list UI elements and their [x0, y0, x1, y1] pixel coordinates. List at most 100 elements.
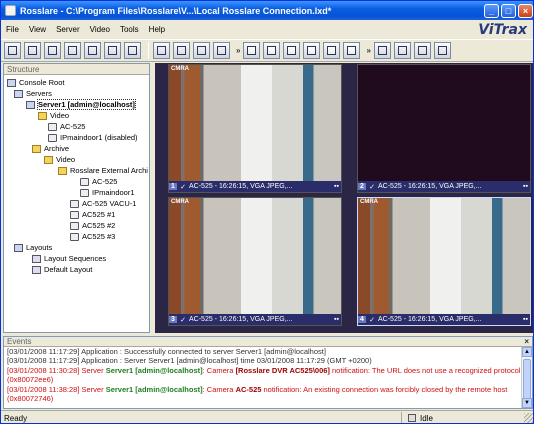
tree-label: Layouts — [26, 243, 53, 252]
menu-view[interactable]: View — [24, 25, 51, 34]
menu-server[interactable]: Server — [51, 25, 85, 34]
menu-video[interactable]: Video — [85, 25, 115, 34]
tree-label: Rosslare External Archi — [70, 166, 148, 175]
check-icon: ✓ — [180, 316, 186, 324]
stop-icon[interactable] — [193, 42, 210, 59]
tree-node-archive-ipmaindoor1[interactable]: IPmaindoor1 — [80, 187, 135, 198]
video-grid: CMRA 1 ✓ AC-525 - 16:26:15, VGA JPEG,... ▪▪… — [155, 63, 533, 333]
layout-wide-icon[interactable] — [343, 42, 361, 59]
close-icon[interactable]: × — [518, 3, 533, 18]
camera-icon — [70, 199, 79, 208]
event-row: [03/01/2008 11:30:28] Server Server1 [ad… — [7, 366, 521, 385]
video-cell-bar: 1 ✓ AC-525 - 16:26:15, VGA JPEG,... ▪▪ — [169, 181, 341, 192]
fullscreen-icon[interactable] — [124, 42, 141, 59]
new-icon[interactable] — [4, 42, 21, 59]
tree-node-ipmaindoor1[interactable]: IPmaindoor1 (disabled) — [48, 132, 138, 143]
event-mid: : Camera — [202, 384, 236, 394]
layout-4x4-icon[interactable] — [303, 42, 321, 59]
menu-file[interactable]: File — [1, 25, 24, 34]
video-cell-4[interactable]: CMRA 4 ✓ AC-525 - 16:26:15, VGA JPEG,... ▪▪ — [357, 197, 531, 326]
save-icon[interactable] — [24, 42, 41, 59]
event-row: [03/01/2008 11:17:29] Application : Serv… — [7, 356, 372, 366]
tree-label: AC525 #3 — [82, 232, 116, 241]
tree-node-default-layout[interactable]: Default Layout — [32, 264, 92, 275]
tree-node-vacu1[interactable]: AC-525 VACU-1 — [70, 198, 136, 209]
record-icon[interactable] — [173, 42, 190, 59]
snapshot-icon[interactable] — [153, 42, 170, 59]
tree-node-ac525-1[interactable]: AC525 #1 — [70, 209, 115, 220]
video-cell-2[interactable]: 2 ✓ AC-525 - 16:26:15, VGA JPEG,... ▪▪ — [357, 64, 531, 193]
check-icon: ✓ — [369, 316, 375, 324]
status-bar: Ready Idle — [1, 410, 533, 423]
playback-icon[interactable] — [213, 42, 230, 59]
camera-overlay-label: CMRA — [360, 199, 378, 205]
console-icon — [7, 78, 16, 87]
main-window: Rosslare - C:\Program Files\Rosslare\V..… — [0, 0, 534, 424]
tree-node-archive-video[interactable]: Video — [44, 154, 75, 165]
structure-tree: Console Root Servers Server1 [admin@loca… — [4, 75, 149, 274]
stream-status-icon: ▪▪ — [334, 183, 339, 190]
video-folder-icon — [44, 155, 53, 164]
tree-node-ac525-3[interactable]: AC525 #3 — [70, 231, 115, 242]
settings-icon[interactable] — [393, 42, 411, 59]
tree-node-layout-sequences[interactable]: Layout Sequences — [32, 253, 106, 264]
minimize-icon[interactable]: _ — [484, 3, 499, 18]
video-feed — [358, 65, 530, 181]
app-icon — [5, 5, 16, 16]
event-prefix: [03/01/2008 11:38:28] Server — [7, 384, 106, 394]
properties-icon[interactable] — [44, 42, 61, 59]
toolbar-overflow-icon-2[interactable]: » — [366, 46, 370, 55]
tree-label: Server1 [admin@localhost] — [37, 99, 136, 110]
camera-overlay-label: CMRA — [171, 199, 189, 205]
door-icon[interactable] — [413, 42, 431, 59]
events-list[interactable]: [03/01/2008 11:17:29] Application : Succ… — [4, 347, 521, 408]
tree-node-video[interactable]: Video — [38, 110, 69, 121]
layout-3x3-icon[interactable] — [283, 42, 301, 59]
tree-node-server1[interactable]: Server1 [admin@localhost] — [26, 99, 136, 110]
tree-label: AC525 #1 — [82, 210, 116, 219]
video-cell-1[interactable]: CMRA 1 ✓ AC-525 - 16:26:15, VGA JPEG,... ▪▪ — [168, 64, 342, 193]
tree-node-layouts[interactable]: Layouts — [14, 242, 52, 253]
video-cell-3[interactable]: CMRA 3 ✓ AC-525 - 16:26:15, VGA JPEG,... ▪▪ — [168, 197, 342, 326]
cell-info: AC-525 - 16:26:15, VGA JPEG,... — [378, 183, 482, 190]
maximize-icon[interactable]: □ — [501, 3, 516, 18]
camera-settings-icon[interactable] — [84, 42, 101, 59]
main-toolbar: » » — [1, 39, 533, 62]
check-icon: ✓ — [369, 183, 375, 191]
tree-node-servers[interactable]: Servers — [14, 88, 52, 99]
menu-tools[interactable]: Tools — [115, 25, 144, 34]
window-icon[interactable] — [433, 42, 451, 59]
title-bar[interactable]: Rosslare - C:\Program Files\Rosslare\V..… — [1, 1, 533, 20]
layout-custom-icon[interactable] — [323, 42, 341, 59]
camera-icon — [80, 188, 89, 197]
cell-info: AC-525 - 16:26:15, VGA JPEG,... — [378, 316, 482, 323]
status-divider — [401, 412, 402, 423]
camera-icon — [70, 232, 79, 241]
check-icon: ✓ — [180, 183, 186, 191]
scroll-down-icon[interactable]: ▼ — [522, 398, 532, 408]
resize-grip-icon[interactable] — [524, 413, 533, 423]
tree-node-archive-ac525[interactable]: AC-525 — [80, 176, 117, 187]
edit-icon[interactable] — [64, 42, 81, 59]
tree-node-ac525-2[interactable]: AC525 #2 — [70, 220, 115, 231]
close-icon[interactable]: × — [524, 337, 529, 347]
tree-node-external-archive[interactable]: Rosslare External Archi — [58, 165, 148, 176]
user-icon[interactable] — [373, 42, 391, 59]
events-pane: Events × [03/01/2008 11:17:29] Applicatio… — [3, 336, 533, 409]
event-camera: [Rosslare DVR AC525\006] — [235, 365, 330, 375]
events-scrollbar[interactable]: ▲ ▼ — [521, 347, 532, 408]
layout-2x2-icon[interactable] — [263, 42, 281, 59]
tree-label: AC-525 — [60, 122, 86, 131]
toolbar-overflow-icon[interactable]: » — [236, 46, 240, 55]
layout-1x1-icon[interactable] — [243, 42, 261, 59]
menu-help[interactable]: Help — [144, 25, 170, 34]
camera-overlay-label: CMRA — [171, 66, 189, 72]
status-idle-text: Idle — [420, 413, 433, 423]
tree-node-ac525[interactable]: AC-525 — [48, 121, 85, 132]
scroll-thumb[interactable] — [523, 359, 531, 399]
tree-node-archive[interactable]: Archive — [32, 143, 69, 154]
tree-node-console-root[interactable]: Console Root — [7, 77, 64, 88]
monitor-icon[interactable] — [104, 42, 121, 59]
scroll-up-icon[interactable]: ▲ — [522, 347, 532, 357]
video-feed — [169, 65, 341, 181]
